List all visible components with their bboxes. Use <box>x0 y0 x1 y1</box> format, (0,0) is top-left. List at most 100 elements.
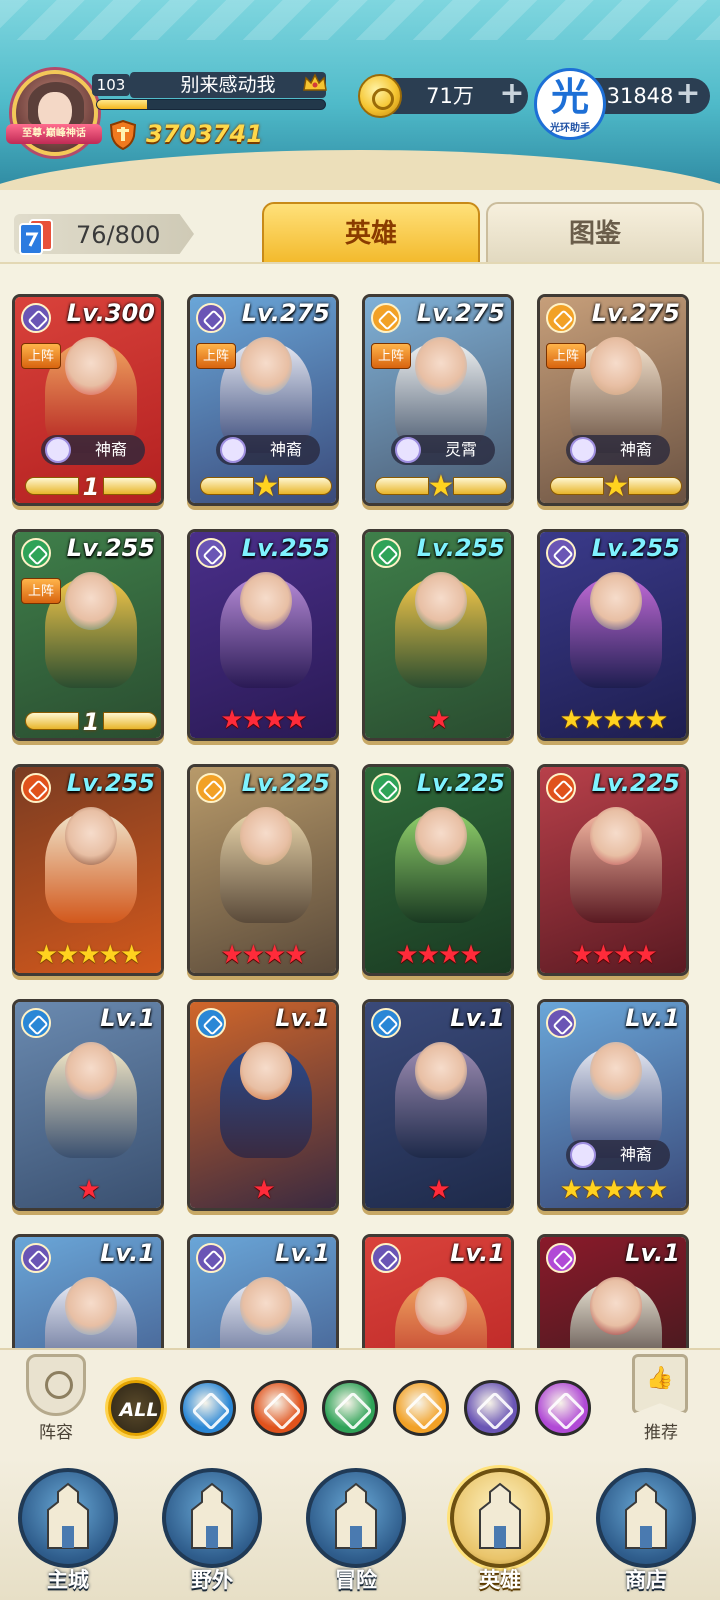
dark-element-icon <box>21 303 51 333</box>
hero-card[interactable]: Lv.1 神裔 ★★★★★ <box>537 999 689 1211</box>
hero-head <box>590 1042 642 1100</box>
star-icon: ★ <box>623 705 647 735</box>
filter-light-chip[interactable] <box>393 1380 449 1436</box>
hero-card[interactable]: Lv.1 ★ <box>362 999 514 1211</box>
tab-heroes[interactable]: 英雄 <box>262 202 480 264</box>
cards-icon <box>19 219 53 255</box>
power-value: 3703741 <box>146 120 263 148</box>
star-rating: ★★★★ <box>540 941 686 969</box>
hero-card[interactable]: Lv.255 ★★★★★ <box>12 764 164 976</box>
star-icon: ★ <box>220 705 243 735</box>
hero-head <box>590 572 642 630</box>
lineup-button[interactable]: 阵容 <box>22 1354 90 1444</box>
star-icon: ★ <box>427 1175 450 1205</box>
hero-card[interactable]: Lv.255 ★ <box>362 529 514 741</box>
star-rating: ★★★★ <box>365 941 511 969</box>
exp-bar <box>96 99 326 110</box>
wing-star-icon: ★ <box>252 469 280 504</box>
star-rating: ★★★★★ <box>15 941 161 969</box>
hero-card[interactable]: Lv.1 ★ <box>12 999 164 1211</box>
star-icon: ★ <box>34 940 58 970</box>
star-icon: ★ <box>77 940 100 970</box>
nature-element-icon <box>371 538 401 568</box>
star-icon: ★ <box>241 705 265 735</box>
star-icon: ★ <box>644 705 668 735</box>
star-rating: ★ <box>15 1176 161 1204</box>
filter-chaos-chip[interactable] <box>535 1380 591 1436</box>
faction-emblem-icon <box>220 437 246 463</box>
hero-card[interactable]: Lv.225 ★★★★ <box>537 764 689 976</box>
hero-card[interactable]: Lv.255 ★★★★ <box>187 529 339 741</box>
star-icon: ★ <box>119 940 143 970</box>
deployed-tag: 上阵 <box>546 343 586 369</box>
faction-tag: 灵霄 <box>391 435 495 465</box>
star-icon: ★ <box>427 705 450 735</box>
hero-card[interactable]: Lv.225 ★★★★ <box>187 764 339 976</box>
hero-card[interactable]: Lv.255 ★★★★★ <box>537 529 689 741</box>
hero-level: Lv.1 <box>450 1239 505 1267</box>
hero-head <box>590 807 642 865</box>
hero-card[interactable]: Lv.275 上阵 灵霄 ★ <box>362 294 514 506</box>
helper-icon: 光 <box>550 75 589 119</box>
nav-label: 主城 <box>47 1568 89 1592</box>
awaken-wings: ★ <box>550 471 682 503</box>
hero-level: Lv.225 <box>241 769 330 797</box>
filter-dark-chip[interactable] <box>464 1380 520 1436</box>
gem-value: 31848 <box>606 84 674 108</box>
hero-count: 76/800 <box>76 221 161 249</box>
lineup-icon <box>26 1354 86 1416</box>
filter-fire-chip[interactable] <box>251 1380 307 1436</box>
nav-shop[interactable]: 商店 <box>586 1464 706 1600</box>
gold-coin-icon <box>358 74 402 118</box>
dark-element-icon <box>371 1243 401 1273</box>
star-icon: ★ <box>395 940 418 970</box>
star-icon: ★ <box>644 1175 668 1205</box>
nav-label: 商店 <box>625 1568 667 1592</box>
header-wave <box>0 150 720 190</box>
hero-card[interactable]: Lv.275 上阵 神裔 ★ <box>187 294 339 506</box>
star-icon: ★ <box>581 1175 604 1205</box>
filter-water-chip[interactable] <box>180 1380 236 1436</box>
star-rating: ★ <box>190 1176 336 1204</box>
star-icon: ★ <box>263 940 286 970</box>
faction-tag: 神裔 <box>566 1140 670 1170</box>
star-icon: ★ <box>263 705 286 735</box>
star-icon: ★ <box>602 1175 625 1205</box>
star-rating: ★ <box>365 706 511 734</box>
star-icon: ★ <box>591 940 615 970</box>
light-element-icon <box>196 773 226 803</box>
helper-badge[interactable]: 光 光环助手 <box>534 68 606 140</box>
recommend-button[interactable]: 👍 推荐 <box>626 1354 696 1444</box>
hero-card[interactable]: Lv.1 <box>537 1234 689 1360</box>
nav-castle[interactable]: 主城 <box>8 1464 128 1600</box>
awaken-wings: 1 <box>25 706 157 738</box>
star-icon: ★ <box>241 940 265 970</box>
hero-card[interactable]: Lv.225 ★★★★ <box>362 764 514 976</box>
hero-card[interactable]: Lv.1 <box>187 1234 339 1360</box>
awaken-wings: 1 <box>25 471 157 503</box>
dark-element-icon <box>196 538 226 568</box>
castle-icon <box>38 1482 98 1552</box>
add-gold-button[interactable]: + <box>498 79 526 109</box>
nav-helmet[interactable]: 英雄 <box>440 1464 560 1600</box>
nav-sword[interactable]: 冒险 <box>296 1464 416 1600</box>
filter-nature-chip[interactable] <box>322 1380 378 1436</box>
add-gem-button[interactable]: + <box>674 79 702 109</box>
hero-card[interactable]: Lv.275 上阵 神裔 ★ <box>537 294 689 506</box>
hero-card[interactable]: Lv.1 <box>12 1234 164 1360</box>
hero-level: Lv.1 <box>275 1004 330 1032</box>
star-icon: ★ <box>602 705 625 735</box>
filter-all-chip[interactable]: ALL <box>108 1380 164 1436</box>
deployed-tag: 上阵 <box>196 343 236 369</box>
hero-card[interactable]: Lv.255 上阵 1 <box>12 529 164 741</box>
wing-right <box>103 477 157 495</box>
tab-codex[interactable]: 图鉴 <box>486 202 704 264</box>
nav-portal[interactable]: 野外 <box>152 1464 272 1600</box>
light-element-icon <box>546 303 576 333</box>
star-icon: ★ <box>284 940 307 970</box>
hero-card[interactable]: Lv.1 <box>362 1234 514 1360</box>
hero-head <box>590 1277 642 1335</box>
hero-card[interactable]: Lv.300 上阵 神裔 1 <box>12 294 164 506</box>
thumbs-up-icon: 👍 <box>646 1366 674 1391</box>
hero-card[interactable]: Lv.1 ★ <box>187 999 339 1211</box>
